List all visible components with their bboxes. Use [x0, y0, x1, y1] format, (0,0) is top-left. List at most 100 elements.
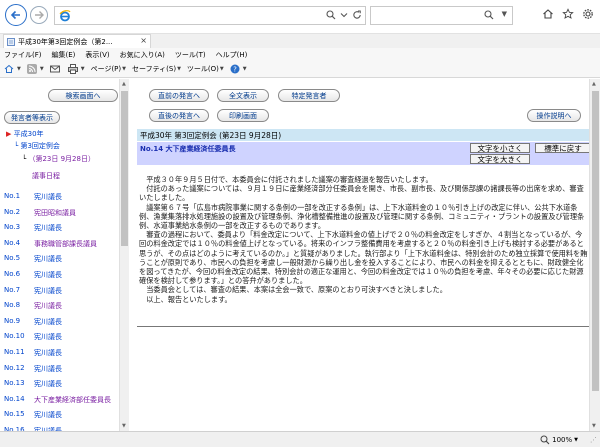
speaker-name-link[interactable]: 宪川議長 [34, 301, 62, 311]
settings-gear-icon[interactable] [582, 8, 594, 20]
speaker-list-item[interactable]: No.2 宪田昭和議員 [4, 208, 76, 218]
full-text-button[interactable]: 全文表示 [217, 89, 269, 102]
search-input[interactable]: ▼ [370, 6, 513, 25]
speaker-list-item[interactable]: No.11 宪川議長 [4, 348, 62, 358]
menu-help[interactable]: ヘルプ(H) [216, 50, 248, 60]
speaker-list-item[interactable]: No.9 宪川議長 [4, 317, 62, 327]
print-command[interactable]: ▼ [67, 64, 85, 74]
text-larger-button[interactable]: 文字を大きく [470, 154, 530, 164]
favorites-star-icon[interactable] [562, 8, 574, 20]
forward-button[interactable] [30, 6, 48, 24]
tab-close-icon[interactable]: × [140, 36, 147, 45]
prev-speech-button[interactable]: 直前の発言へ [149, 89, 209, 102]
chevron-down-icon[interactable] [340, 10, 348, 20]
speaker-list-item[interactable]: No.10 宪川議長 [4, 332, 62, 342]
speaker-name-link[interactable]: 宪田昭和議員 [34, 208, 76, 218]
speaker-number: No.11 [4, 348, 25, 356]
resize-grip-icon[interactable]: ⋰ [590, 436, 597, 444]
scroll-up-icon[interactable]: ▲ [122, 81, 126, 87]
speaker-list-item[interactable]: No.4 事務職管部課長議員 [4, 239, 97, 249]
print-screen-button[interactable]: 印刷画面 [217, 109, 269, 122]
home-command[interactable]: ▼ [4, 64, 21, 74]
page-menu[interactable]: ページ(P) ▼ [91, 64, 126, 74]
help-button[interactable]: 操作説明へ [527, 109, 581, 122]
page-menu-label: ページ(P) [90, 65, 122, 73]
right-scroll-thumb[interactable] [592, 91, 599, 391]
speaker-name-link[interactable]: 宪川議長 [34, 410, 62, 420]
speaker-number: No.13 [4, 379, 25, 388]
speaker-number: No.1 [4, 192, 21, 200]
help-question-icon: ? [230, 64, 240, 74]
refresh-icon[interactable] [352, 10, 362, 20]
safety-menu[interactable]: セーフティ(S) ▼ [132, 64, 181, 74]
command-bar: ▼ ▼ ▼ ページ(P) ▼ セーフティ(S) ▼ ツール(O) ▼ ? ▼ [0, 61, 600, 78]
speaker-list-item[interactable]: No.7 宪川議長 [4, 286, 62, 296]
back-button[interactable] [5, 4, 27, 26]
magnifier-icon[interactable] [484, 10, 494, 20]
search-dropdown-icon[interactable]: ▼ [502, 10, 507, 18]
speaker-name-link[interactable]: 大下産業経済部任委員長 [34, 395, 111, 405]
speaker-name-link[interactable]: 宪川議長 [34, 192, 62, 202]
speaker-list-item[interactable]: No.5 宪川議長 [4, 254, 62, 264]
menu-tools[interactable]: ツール(T) [175, 50, 206, 60]
speaker-name-link[interactable]: 宪川議長 [34, 364, 62, 374]
speaker-name-link[interactable]: 宪川議長 [34, 348, 62, 358]
left-scrollbar[interactable]: ▲ ▼ [119, 79, 129, 431]
arrow-right-icon [35, 11, 44, 19]
home-icon[interactable] [542, 8, 554, 20]
zoom-control[interactable]: 100% ▼ [540, 435, 578, 445]
tree-date[interactable]: └ （第23日 9月28日） [22, 154, 95, 164]
browser-tab[interactable]: 平成30年第3回定例会（第2... × [3, 34, 151, 48]
tools-menu[interactable]: ツール(O) ▼ [187, 64, 224, 74]
feeds-command[interactable]: ▼ [26, 64, 44, 74]
speaker-list-item[interactable]: No.12 宪川議長 [4, 364, 62, 374]
speaker-name: No.14 大下産業経済任委員長 [140, 145, 236, 153]
speaker-list-item[interactable]: No.8 宪川議長 [4, 301, 62, 311]
speaker-name-link[interactable]: 宪川議長 [34, 332, 62, 342]
speaker-number: No.7 [4, 285, 21, 294]
speaker-name-link[interactable]: 宪川議長 [34, 379, 62, 389]
speaker-list-item[interactable]: No.3 宪川議長 [4, 223, 62, 233]
speaker-name-link[interactable]: 宪川議長 [34, 223, 62, 233]
text-smaller-button[interactable]: 文字を小さく [470, 143, 530, 153]
speaker-name-link[interactable]: 宪川議長 [34, 317, 62, 327]
scroll-down-icon[interactable]: ▼ [122, 423, 126, 429]
left-scroll-thumb[interactable] [121, 91, 128, 246]
menu-edit[interactable]: 編集(E) [52, 50, 76, 60]
speaker-number: No.3 [4, 223, 21, 232]
mail-command[interactable] [49, 64, 62, 74]
speaker-name-link[interactable]: 事務職管部課長議員 [34, 239, 97, 249]
speaker-list-item[interactable]: No.15 宪川議長 [4, 410, 62, 420]
scroll-down-icon[interactable]: ▼ [592, 423, 596, 429]
speaker-name-link[interactable]: 宪川議長 [34, 270, 62, 280]
menu-view[interactable]: 表示(V) [85, 50, 109, 60]
right-scrollbar[interactable]: ▲ ▼ [589, 79, 600, 431]
tree-agenda[interactable]: 議事日程 [32, 171, 60, 181]
speaker-name-link[interactable]: 宪川議長 [34, 254, 62, 264]
next-speech-button[interactable]: 直後の発言へ [149, 109, 209, 122]
scroll-up-icon[interactable]: ▲ [592, 81, 596, 87]
address-bar-row: ▼ [0, 0, 600, 34]
speaker-name-link[interactable]: 宪川議長 [34, 286, 62, 296]
search-icon[interactable] [326, 10, 336, 20]
chevron-down-icon: ▼ [122, 66, 126, 72]
speaker-number: No.5 [4, 254, 21, 263]
text-standard-button[interactable]: 標準に戻す [535, 143, 591, 153]
address-input[interactable] [54, 6, 366, 25]
speaker-list-item[interactable]: No.6 宪川議長 [4, 270, 62, 280]
tab-strip: 平成30年第3回定例会（第2... × [0, 34, 600, 48]
menu-file[interactable]: ファイル(F) [4, 50, 42, 60]
speaker-number: No.10 [4, 332, 25, 341]
search-screen-button[interactable]: 検索画面へ [48, 89, 118, 102]
speaker-number: No.6 [4, 270, 21, 278]
speaker-list-item[interactable]: No.1 宪川議長 [4, 192, 62, 202]
specific-speaker-button[interactable]: 特定発言者 [278, 89, 340, 102]
menu-favorites[interactable]: お気に入り(A) [120, 50, 165, 60]
speaker-display-button[interactable]: 発言者等表示 [4, 111, 60, 124]
left-frame: 検索画面へ 発言者等表示 ▶ 平成30年 └ 第3回定例会 └ （第23日 9月… [0, 79, 130, 431]
tree-session[interactable]: └ 第3回定例会 [14, 141, 60, 151]
help-command[interactable]: ? ▼ [230, 64, 247, 74]
tree-year[interactable]: ▶ 平成30年 [6, 129, 44, 139]
speaker-list-item[interactable]: No.14 大下産業経済部任委員長 [4, 395, 111, 405]
speaker-list-item[interactable]: No.13 宪川議長 [4, 379, 62, 389]
